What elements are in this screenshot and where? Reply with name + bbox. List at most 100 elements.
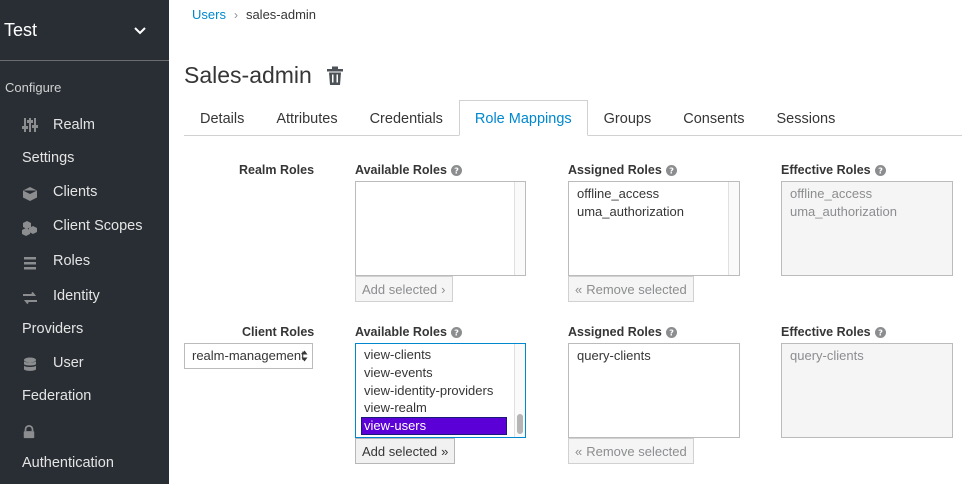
realm-add-selected-button[interactable]: Add selected › — [355, 276, 453, 302]
chevron-down-icon — [134, 27, 146, 35]
list-item[interactable]: offline_access — [569, 185, 739, 203]
realm-available-roles-label-text: Available Roles — [355, 163, 447, 177]
page-title: Sales-admin — [184, 62, 344, 89]
client-select-value: realm-management — [192, 348, 305, 363]
sidebar-item-user-federation[interactable]: User Federation — [0, 354, 169, 409]
scrollbar[interactable] — [514, 182, 525, 275]
realm-selector[interactable]: Test — [0, 0, 169, 61]
client-effective-roles-label: Effective Roles ? — [781, 325, 886, 339]
tab-attributes[interactable]: Attributes — [260, 100, 353, 136]
sidebar-item-label: Authentication — [22, 455, 114, 471]
section-label-configure: Configure — [5, 80, 62, 95]
scrollbar[interactable] — [514, 344, 525, 437]
client-roles-label: Client Roles — [242, 325, 315, 339]
help-icon[interactable]: ? — [874, 326, 886, 338]
client-available-roles-label-text: Available Roles — [355, 325, 447, 339]
cubes-icon — [22, 221, 37, 236]
chevron-right-icon: › — [441, 281, 446, 297]
trash-icon[interactable] — [326, 66, 344, 86]
svg-text:?: ? — [878, 327, 883, 337]
tab-consents[interactable]: Consents — [667, 100, 760, 136]
breadcrumb-separator-icon: › — [233, 7, 238, 22]
add-selected-label: Add selected — [362, 281, 438, 297]
client-select[interactable]: realm-management — [184, 343, 313, 369]
scrollbar-thumb[interactable] — [517, 414, 523, 434]
list-item[interactable]: uma_authorization — [569, 203, 739, 221]
sidebar-item-label: User — [53, 355, 84, 371]
realm-name: Test — [4, 19, 38, 40]
realm-effective-roles-list: offline_access uma_authorization — [781, 181, 953, 276]
sidebar-item-label: Identity — [53, 288, 100, 304]
sidebar-item-clients[interactable]: Clients — [0, 183, 169, 205]
sliders-icon — [22, 118, 38, 132]
realm-effective-roles-label: Effective Roles ? — [781, 163, 886, 177]
list-icon — [24, 257, 36, 270]
database-icon — [24, 357, 36, 371]
list-item: offline_access — [790, 186, 873, 201]
client-available-roles-list[interactable]: view-clients view-events view-identity-p… — [355, 343, 526, 438]
realm-effective-roles-label-text: Effective Roles — [781, 163, 871, 177]
add-selected-label: Add selected — [362, 443, 438, 459]
sidebar-item-roles[interactable]: Roles — [0, 252, 169, 274]
sidebar: Test Configure Realm Settings Clients Cl… — [0, 0, 169, 484]
remove-selected-label: Remove selected — [586, 443, 687, 459]
sidebar-item-label-2: Providers — [22, 321, 84, 337]
list-item[interactable]: view-identity-providers — [356, 382, 525, 400]
lock-icon — [23, 425, 35, 439]
client-effective-roles-label-text: Effective Roles — [781, 325, 871, 339]
tab-credentials[interactable]: Credentials — [354, 100, 459, 136]
list-item[interactable]: view-events — [356, 364, 525, 382]
realm-available-roles-label: Available Roles ? — [355, 163, 462, 177]
tab-groups[interactable]: Groups — [588, 100, 668, 136]
cube-icon — [23, 187, 37, 201]
svg-text:?: ? — [878, 165, 883, 175]
breadcrumb-users-link[interactable]: Users — [192, 7, 226, 22]
list-item: query-clients — [790, 348, 864, 363]
realm-remove-selected-button[interactable]: « Remove selected — [568, 276, 694, 302]
tab-sessions[interactable]: Sessions — [760, 100, 851, 136]
help-icon[interactable]: ? — [665, 326, 677, 338]
sidebar-item-label: Client Scopes — [53, 218, 143, 234]
client-remove-selected-button[interactable]: « Remove selected — [568, 438, 694, 464]
tabs: Details Attributes Credentials Role Mapp… — [184, 100, 962, 136]
realm-assigned-roles-label-text: Assigned Roles — [568, 163, 662, 177]
sidebar-item-client-scopes[interactable]: Client Scopes — [0, 217, 169, 239]
help-icon[interactable]: ? — [450, 164, 462, 176]
realm-assigned-roles-list[interactable]: offline_access uma_authorization — [568, 181, 740, 276]
realm-roles-label: Realm Roles — [239, 163, 315, 177]
scrollbar[interactable] — [728, 182, 739, 275]
svg-text:?: ? — [454, 165, 459, 175]
help-icon[interactable]: ? — [665, 164, 677, 176]
exchange-icon — [23, 291, 37, 305]
realm-assigned-roles-label: Assigned Roles ? — [568, 163, 677, 177]
help-icon[interactable]: ? — [874, 164, 886, 176]
svg-text:?: ? — [669, 327, 674, 337]
sidebar-item-label: Roles — [53, 253, 91, 269]
page-title-text: Sales-admin — [184, 62, 312, 88]
tab-details[interactable]: Details — [184, 100, 260, 136]
sidebar-item-realm-settings[interactable]: Realm Settings — [0, 115, 169, 170]
sidebar-item-authentication[interactable]: Authentication — [0, 424, 169, 476]
client-add-selected-button[interactable]: Add selected » — [355, 438, 456, 464]
sidebar-item-identity-providers[interactable]: Identity Providers — [0, 287, 169, 342]
client-available-roles-label: Available Roles ? — [355, 325, 462, 339]
help-icon[interactable]: ? — [450, 326, 462, 338]
breadcrumb: Users › sales-admin — [192, 7, 316, 22]
realm-available-roles-list[interactable] — [355, 181, 526, 276]
list-item[interactable]: view-clients — [356, 346, 525, 364]
client-assigned-roles-list[interactable]: query-clients — [568, 343, 740, 438]
client-effective-roles-list: query-clients — [781, 343, 953, 438]
svg-text:?: ? — [454, 327, 459, 337]
list-item-selected[interactable]: view-users — [361, 417, 507, 435]
list-item[interactable]: query-clients — [569, 347, 739, 365]
tab-role-mappings[interactable]: Role Mappings — [458, 100, 588, 136]
client-assigned-roles-label-text: Assigned Roles — [568, 325, 662, 339]
remove-selected-label: Remove selected — [586, 281, 687, 297]
list-item: uma_authorization — [790, 203, 897, 219]
double-chevron-right-icon: » — [441, 443, 449, 459]
list-item[interactable]: view-realm — [356, 399, 525, 417]
double-chevron-left-icon: « — [575, 281, 583, 297]
sidebar-item-label-2: Federation — [22, 388, 92, 404]
sidebar-item-label: Clients — [53, 184, 98, 200]
svg-text:?: ? — [669, 165, 674, 175]
